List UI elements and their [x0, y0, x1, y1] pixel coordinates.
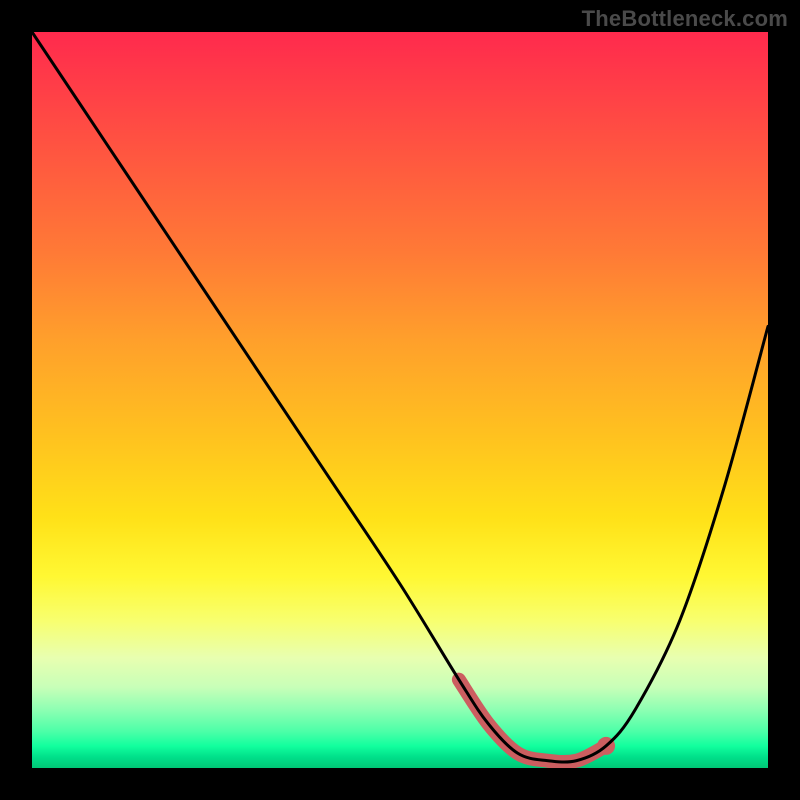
bottleneck-curve — [32, 32, 768, 768]
watermark-text: TheBottleneck.com — [582, 6, 788, 32]
optimal-range-marker — [459, 680, 606, 762]
chart-frame: TheBottleneck.com — [0, 0, 800, 800]
curve-line — [32, 32, 768, 762]
